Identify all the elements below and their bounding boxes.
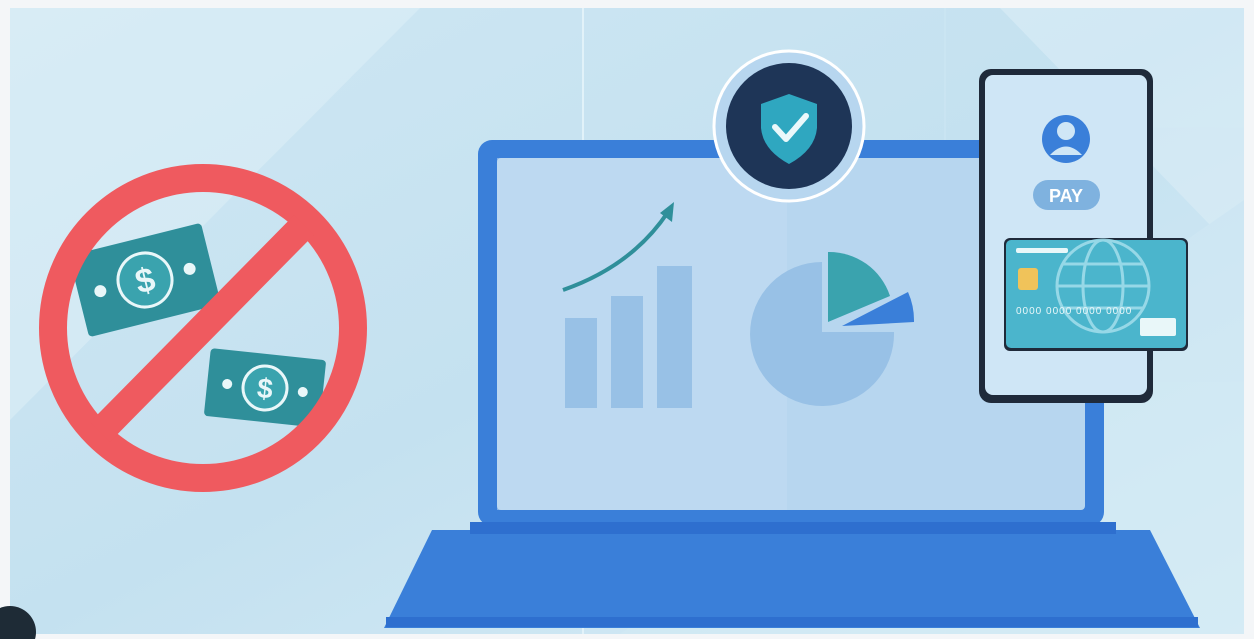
user-avatar-icon [1042,115,1090,163]
pay-button[interactable]: PAY [1033,180,1100,210]
pay-button-label: PAY [1049,186,1083,206]
laptop-keyboard-base [384,530,1200,628]
credit-card-icon: 0000 0000 0000 0000 [1004,238,1188,351]
security-shield-check-icon [712,49,866,203]
card-chip-icon [1018,268,1038,290]
smartphone-icon: PAY [979,69,1153,403]
card-number: 0000 0000 0000 0000 [1016,306,1132,317]
payment-security-illustration: $ $ PAY 0000 0000 0000 0000 [0,8,1244,639]
